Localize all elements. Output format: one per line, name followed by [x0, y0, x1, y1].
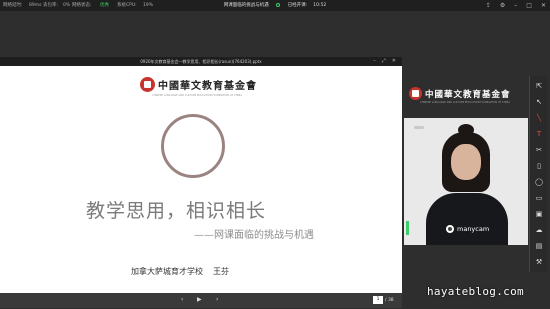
ceiling-lamp [414, 126, 424, 129]
foundation-seal-icon [140, 77, 155, 92]
pen-icon[interactable]: ╲ [534, 113, 544, 123]
manycam-icon [446, 225, 454, 233]
manycam-watermark: manycam [446, 225, 489, 233]
cloud-icon[interactable]: ☁ [534, 225, 544, 235]
presenter-body [426, 193, 508, 245]
box-icon[interactable]: ▤ [534, 241, 544, 251]
video-logo: 中國華文教育基金會 [409, 87, 511, 100]
elapsed-label: 已经开课: [287, 3, 308, 8]
webcam-video: manycam [404, 118, 528, 245]
mic-level-indicator [406, 221, 409, 235]
page-indicator: 1 / 38 [373, 296, 394, 304]
slide-author: 王芬 [213, 267, 229, 276]
close-icon[interactable]: ✕ [392, 57, 396, 66]
settings-icon[interactable]: ⚙ [500, 0, 505, 11]
page-total: / 38 [385, 297, 394, 303]
slide-school: 加拿大萨城育才学校 [131, 267, 203, 276]
maximize-icon[interactable]: □ [526, 0, 532, 11]
presentation-file-name: 0920年文教育基金会—教学思用、相识相长(rasun)(764203).ppt… [140, 59, 262, 64]
meeting-info: 网课面临的挑战与机遇 已经开课: 10:52 [0, 0, 550, 11]
pointer-icon[interactable]: ↖ [534, 97, 544, 107]
eraser-icon[interactable]: ▯ [534, 161, 544, 171]
annotation-toolbar: ⇱ ↖ ╲ T ✂ ▯ ◯ ▭ ▣ ☁ ▤ ⚒ [529, 76, 547, 272]
page-current-input[interactable]: 1 [373, 296, 383, 304]
minimize-icon[interactable]: – [514, 0, 517, 11]
video-org-name: 中國華文教育基金會 [425, 89, 511, 100]
decorative-ring [161, 114, 225, 178]
next-slide-icon[interactable]: › [216, 296, 218, 303]
cursor-icon[interactable]: ⇱ [534, 81, 544, 91]
play-icon[interactable]: ▶ [197, 296, 202, 303]
timer-icon [276, 2, 281, 7]
slide-author-line: 加拿大萨城育才学校 王芬 [131, 266, 229, 277]
prev-slide-icon[interactable]: ‹ [181, 296, 183, 303]
slide: 中國華文教育基金會 CHINESE LANGUAGE AND CULTURE E… [0, 66, 402, 293]
image-icon[interactable]: ▭ [534, 193, 544, 203]
slide-logo: 中國華文教育基金會 [140, 77, 257, 92]
share-icon[interactable]: ⇪ [486, 0, 491, 11]
slide-org-name: 中國華文教育基金會 [158, 81, 257, 92]
text-icon[interactable]: T [534, 129, 544, 139]
blog-watermark: hayateblog.com [427, 285, 524, 298]
slide-subtitle: ——网课面临的挑战与机遇 [194, 230, 314, 241]
presentation-window-buttons: – ⤢ ✕ [373, 57, 396, 66]
scissors-icon[interactable]: ✂ [534, 145, 544, 155]
restore-icon[interactable]: ⤢ [382, 57, 386, 66]
presentation-title-bar: 0920年文教育基金会—教学思用、相识相长(rasun)(764203).ppt… [0, 57, 402, 66]
slide-title: 教学思用，相识相长 [86, 200, 267, 222]
tools-icon[interactable]: ⚒ [534, 257, 544, 267]
foundation-seal-icon [409, 87, 422, 100]
shape-icon[interactable]: ◯ [534, 177, 544, 187]
slide-org-name-en: CHINESE LANGUAGE AND CULTURE EDUCATION F… [152, 94, 242, 97]
minimize-icon[interactable]: – [373, 57, 376, 66]
presenter-face [451, 144, 481, 180]
status-bar: 网络延时: 89ms 丢包率: 0% 网络状态: 优秀 系统CPU: 19% 网… [0, 0, 550, 11]
window-controls: ⇪ ⚙ – □ ✕ [486, 0, 546, 11]
screen-icon[interactable]: ▣ [534, 209, 544, 219]
video-org-name-en: CHINESE LANGUAGE AND CULTURE EDUCATION F… [420, 101, 510, 104]
screen: 网络延时: 89ms 丢包率: 0% 网络状态: 优秀 系统CPU: 19% 网… [0, 0, 550, 309]
presentation-window: 0920年文教育基金会—教学思用、相识相长(rasun)(764203).ppt… [0, 57, 402, 308]
manycam-label: manycam [457, 225, 490, 233]
meeting-title: 网课面临的挑战与机遇 [223, 3, 269, 8]
elapsed-value: 10:52 [313, 3, 327, 8]
presentation-controls: ‹ ▶ › 1 / 38 [0, 293, 402, 308]
close-icon[interactable]: ✕ [541, 0, 546, 11]
